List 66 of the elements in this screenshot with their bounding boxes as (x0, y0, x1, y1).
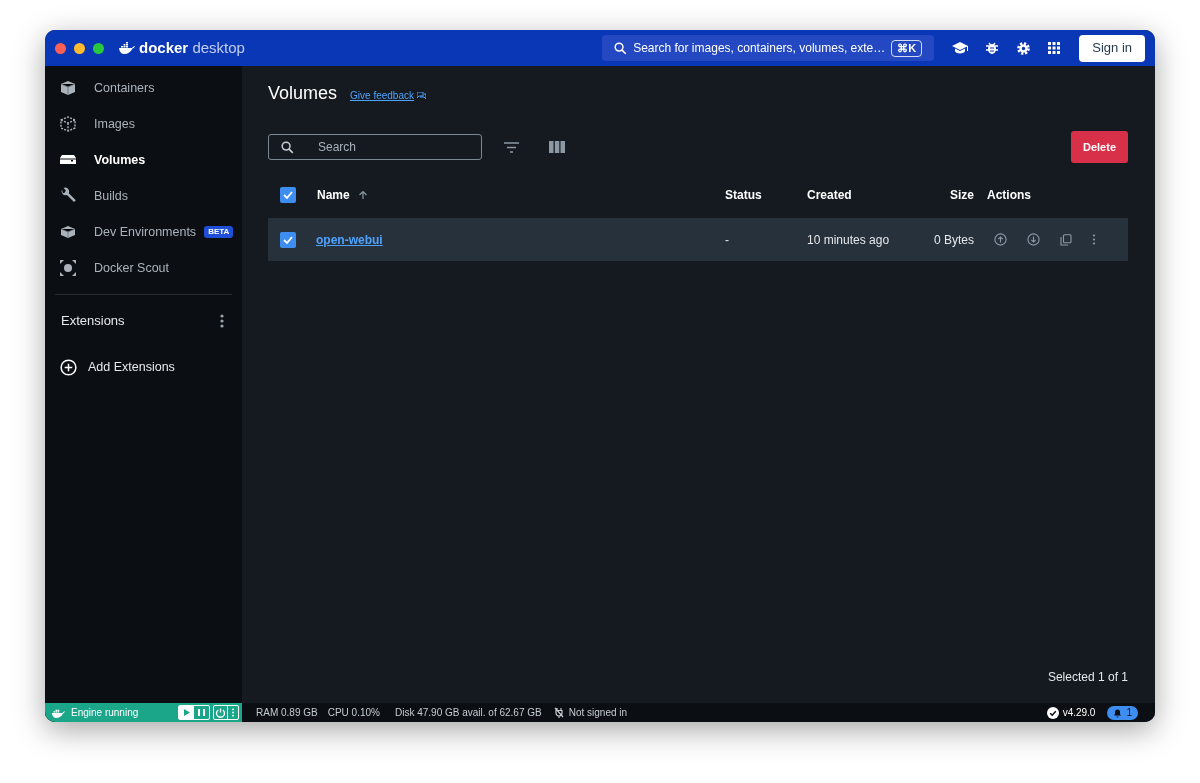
crossed-plug-icon (553, 707, 564, 718)
sign-in-status: Not signed in (568, 706, 628, 720)
created-cell-text: 10 minutes ago (807, 231, 890, 249)
table-row[interactable]: open-webui - 10 minutes ago 0 Bytes (268, 218, 1128, 261)
sidebar-item[interactable]: Dev Environments BETA (51, 214, 236, 250)
delete-button[interactable]: Delete (1071, 131, 1128, 163)
column-header[interactable]: Actions (987, 186, 1031, 204)
upload-circle-icon[interactable] (994, 233, 1007, 246)
close-button[interactable] (55, 42, 66, 54)
checkbox[interactable] (280, 231, 296, 248)
checkbox[interactable] (280, 187, 296, 203)
minimize-button[interactable] (74, 42, 85, 54)
sidebar-item[interactable]: Docker Scout (51, 250, 236, 286)
graduation-cap-icon[interactable] (952, 41, 969, 55)
column-header[interactable]: Created (807, 186, 852, 204)
search-icon (614, 41, 628, 55)
more-options-icon[interactable] (220, 314, 224, 328)
whale-icon (51, 707, 65, 718)
play-icon[interactable] (179, 706, 194, 719)
column-header[interactable]: Size (950, 186, 974, 204)
status-cell-text: - (725, 231, 729, 249)
column-header[interactable]: Status (725, 186, 762, 204)
copy-icon[interactable] (1060, 233, 1072, 246)
volume-name-link[interactable]: open-webui (316, 232, 383, 247)
extensions-heading: Extensions (61, 312, 125, 331)
filter-icon[interactable] (504, 141, 519, 153)
feedback-link[interactable]: Give feedback (350, 88, 426, 103)
shortcut-key: ⌘K (891, 39, 923, 57)
sign-in-button[interactable]: Sign in (1079, 34, 1145, 62)
columns-icon[interactable] (549, 141, 565, 153)
check-circle-icon (1046, 706, 1059, 719)
selection-count: Selected 1 of 1 (1047, 669, 1128, 686)
size-cell-text: 0 Bytes (933, 231, 974, 249)
ram-usage: RAM 0.89 GB (256, 706, 318, 720)
scout-icon (59, 259, 77, 277)
sort-arrow-icon[interactable] (357, 190, 368, 200)
engine-status: Engine running (71, 706, 140, 720)
plus-circle-icon (60, 358, 77, 376)
beta-badge: BETA (204, 226, 234, 238)
search-field[interactable]: Search (268, 134, 482, 160)
apps-grid-icon[interactable] (1048, 42, 1061, 54)
sidebar-item[interactable]: Containers (51, 70, 236, 106)
whale-icon (118, 42, 135, 54)
containers-icon (59, 79, 77, 97)
version-label: v4.29.0 (1062, 706, 1096, 720)
cpu-usage: CPU 0.10% (327, 706, 380, 720)
global-search-field[interactable]: Search for images, containers, volumes, exte… ⌘K (602, 35, 935, 61)
sidebar-item[interactable]: Images (51, 106, 236, 142)
add-extensions-item[interactable]: Add Extensions (45, 357, 242, 377)
settings-icon[interactable] (1016, 40, 1032, 56)
download-circle-icon[interactable] (1027, 233, 1040, 246)
images-icon (59, 115, 77, 133)
bug-icon[interactable] (985, 41, 1000, 55)
dev-icon (59, 223, 77, 241)
maximize-button[interactable] (93, 42, 104, 54)
chat-bubbles-icon (417, 91, 426, 100)
sidebar-item[interactable]: Builds (51, 178, 236, 214)
more-options-icon[interactable] (1092, 234, 1096, 245)
disk-usage: Disk 47.90 GB avail. of 62.67 GB (394, 706, 542, 720)
power-icon[interactable] (214, 706, 227, 719)
notifications-button[interactable]: 1 (1107, 705, 1138, 720)
search-icon (281, 141, 294, 154)
bell-icon (1113, 707, 1123, 718)
page-title: Volumes (268, 82, 338, 104)
column-header[interactable]: Name (317, 186, 350, 204)
app-logo-text: docker desktop (139, 37, 245, 58)
